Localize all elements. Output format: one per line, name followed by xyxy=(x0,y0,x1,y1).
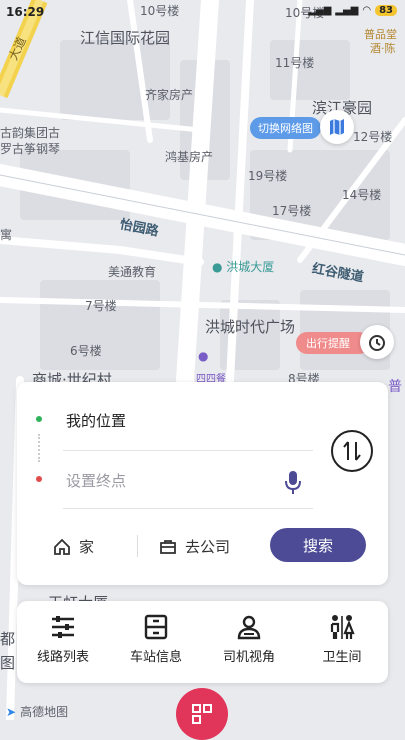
driver-view-button[interactable]: 司机视角 xyxy=(209,614,289,665)
switch-map-label: 切换网络图 xyxy=(258,122,313,135)
navigation-arrow-icon: ➤ xyxy=(6,704,17,719)
building-label: 7号楼 xyxy=(85,299,117,313)
map-mode-button[interactable] xyxy=(320,110,354,144)
wifi-icon: ◠ xyxy=(362,5,372,16)
poi-label: 普 xyxy=(388,379,402,395)
swap-route-button[interactable] xyxy=(331,430,373,472)
restroom-icon xyxy=(330,615,355,639)
route-list-button[interactable]: 线路列表 xyxy=(23,614,103,665)
destination-dot xyxy=(36,476,42,482)
home-shortcut[interactable]: 家 xyxy=(53,536,94,557)
route-connector xyxy=(38,434,41,462)
travel-reminder-label: 出行提醒 xyxy=(306,337,350,350)
building-label: 14号楼 xyxy=(342,188,382,202)
poi-label: 图 xyxy=(0,654,16,672)
search-button[interactable]: 搜索 xyxy=(270,528,366,562)
company-shortcut[interactable]: 去公司 xyxy=(159,536,230,557)
route-list-label: 线路列表 xyxy=(36,650,89,665)
poi-marker[interactable]: ● 洪城大厦 xyxy=(212,258,274,275)
building-label: 11号楼 xyxy=(275,56,315,70)
poi-label: 洪城大厦 xyxy=(226,260,275,274)
restroom-label: 卫生间 xyxy=(322,650,362,665)
station-icon xyxy=(144,614,168,640)
microphone-icon[interactable] xyxy=(283,470,303,496)
reminder-clock-button[interactable] xyxy=(360,325,394,359)
switch-map-chip[interactable]: 切换网络图 xyxy=(250,117,321,139)
home-shortcut-label: 家 xyxy=(79,538,95,556)
qr-code-icon xyxy=(192,704,212,724)
poi-label: 寓 xyxy=(0,228,13,242)
sliders-icon xyxy=(52,616,74,638)
map-attribution: ➤ 高德地图 xyxy=(6,703,68,720)
company-shortcut-label: 去公司 xyxy=(185,538,231,556)
building-label: 6号楼 xyxy=(70,344,102,358)
battery-indicator: 83 xyxy=(375,5,397,16)
status-time: 16:29 xyxy=(6,5,45,19)
poi-label: 酒·陈 xyxy=(370,42,396,55)
building-label: 17号楼 xyxy=(272,204,312,218)
home-icon xyxy=(54,538,70,555)
divider xyxy=(137,535,138,557)
attribution-label: 高德地图 xyxy=(20,705,69,719)
driver-icon xyxy=(237,615,261,640)
building-label: 19号楼 xyxy=(248,169,288,183)
shop-icon: ● xyxy=(198,349,209,363)
origin-field[interactable]: 我的位置 xyxy=(66,410,126,431)
clock-icon xyxy=(369,335,385,351)
destination-input[interactable]: 设置终点 xyxy=(66,470,126,491)
divider xyxy=(63,450,313,451)
poi-label: 鸿基房产 xyxy=(165,150,214,164)
restroom-button[interactable]: 卫生间 xyxy=(302,614,382,665)
travel-reminder-chip[interactable]: 出行提醒 xyxy=(296,332,370,354)
briefcase-icon xyxy=(160,539,176,554)
poi-label: 古韵集团古 xyxy=(0,126,61,140)
qr-scan-button[interactable] xyxy=(176,688,228,740)
signal-icon: ▂▄▆ xyxy=(308,5,332,16)
poi-label: 罗古筝钢琴 xyxy=(0,142,61,156)
driver-view-label: 司机视角 xyxy=(222,650,275,665)
poi-label: 洪城时代广场 xyxy=(205,318,296,336)
poi-label: 美通教育 xyxy=(108,265,157,279)
divider xyxy=(63,508,313,509)
swap-icon xyxy=(343,441,361,461)
building-label: 12号楼 xyxy=(353,130,393,144)
origin-dot xyxy=(36,416,42,422)
poi-label: 齐家房产 xyxy=(145,88,194,102)
poi-label: 都 xyxy=(0,630,16,648)
map-icon xyxy=(330,119,344,135)
station-info-label: 车站信息 xyxy=(129,650,182,665)
status-icons: ▂▄▆ ▂▄▆ ◠ 83 xyxy=(308,5,397,16)
poi-label: 江信国际花园 xyxy=(80,29,171,47)
status-bar: 16:29 ▂▄▆ ▂▄▆ ◠ 83 xyxy=(0,0,405,24)
signal-icon: ▂▄▆ xyxy=(335,5,359,16)
station-info-button[interactable]: 车站信息 xyxy=(116,614,196,665)
